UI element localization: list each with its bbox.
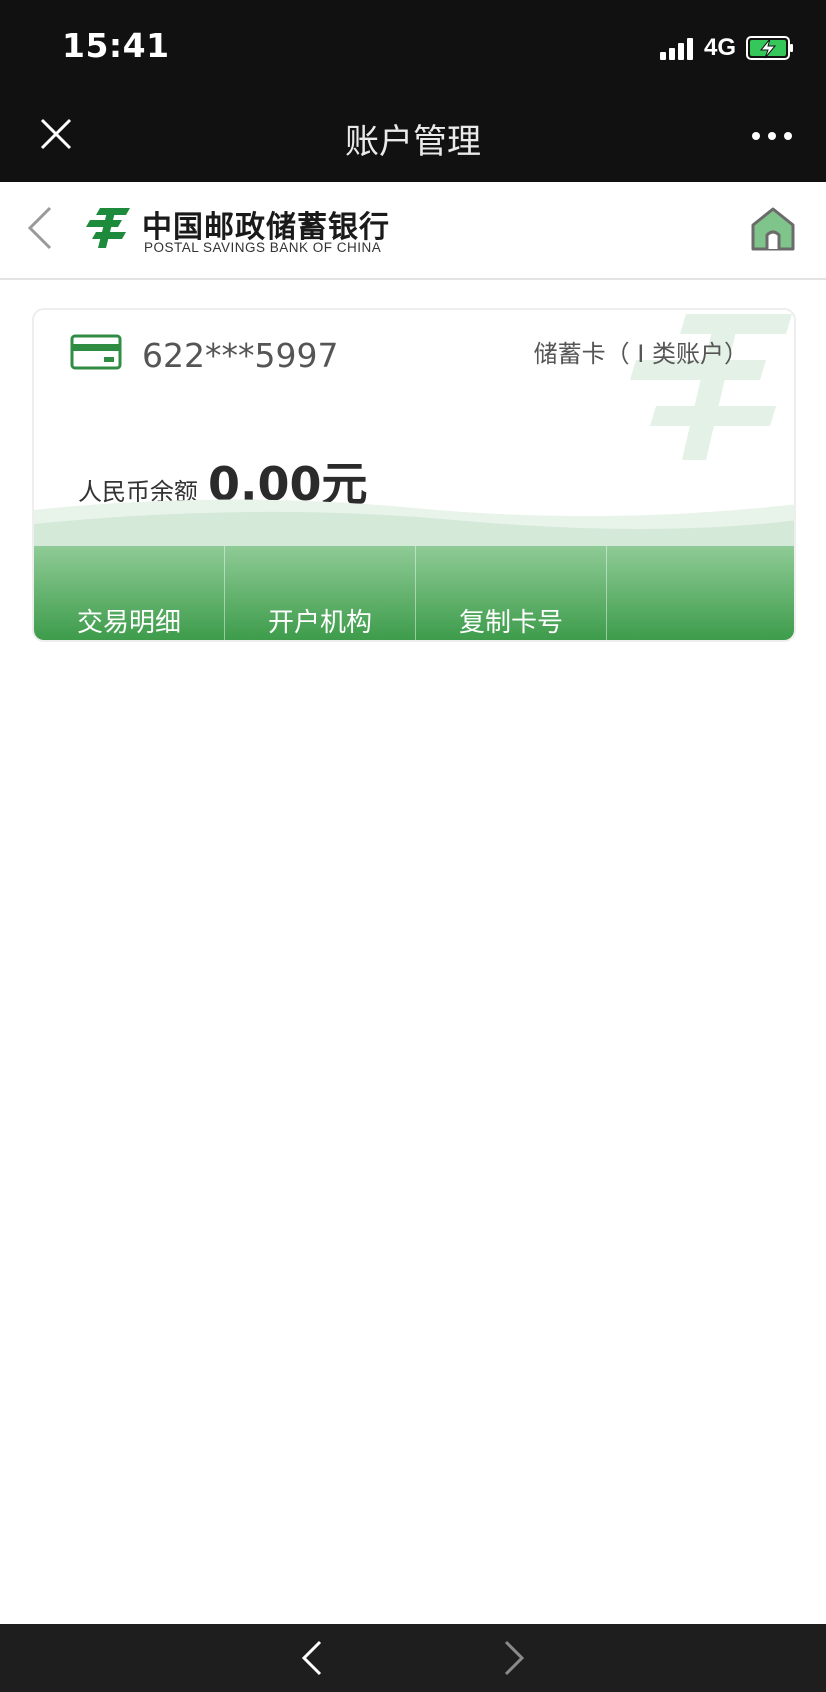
page-title: 账户管理 [345, 122, 481, 162]
card-icon [70, 334, 122, 370]
card-type: 储蓄卡（ I 类账户） [533, 340, 748, 368]
bottom-nav-bar [0, 1624, 826, 1692]
signal-icon [659, 36, 696, 60]
card-number: 622***5997 [142, 336, 339, 375]
bank-header: 中国邮政储蓄银行 POSTAL SAVINGS BANK OF CHINA [0, 182, 826, 280]
card-actions: 交易明细 开户机构 复制卡号 [34, 546, 794, 640]
action-label: 交易明细 [76, 608, 181, 638]
home-icon[interactable] [750, 206, 796, 252]
opening-branch-button[interactable]: 开户机构 [225, 546, 416, 640]
bank-watermark-icon [630, 314, 792, 460]
transaction-details-button[interactable]: 交易明细 [34, 546, 225, 640]
back-chevron-icon[interactable] [24, 204, 56, 252]
card-wave-decoration [34, 499, 794, 550]
status-bar: 15:41 4G [0, 0, 826, 92]
nav-forward-arrow-icon[interactable] [500, 1636, 528, 1680]
copy-card-number-button[interactable]: 复制卡号 [416, 546, 607, 640]
status-indicators: 4G [659, 33, 794, 63]
account-card: 622***5997 储蓄卡（ I 类账户） 人民币余额 0.00元 交易明细 … [32, 308, 796, 642]
action-label: 复制卡号 [458, 608, 563, 638]
status-time: 15:41 [62, 26, 170, 65]
nav-back-arrow-icon[interactable] [298, 1636, 326, 1680]
battery-charging-icon [746, 36, 793, 60]
bank-logo-icon [86, 208, 130, 248]
more-icon[interactable] [744, 132, 792, 140]
action-label: 开户机构 [267, 608, 372, 638]
bank-name-en: POSTAL SAVINGS BANK OF CHINA [144, 240, 382, 255]
network-type: 4G [703, 34, 736, 61]
empty-action-slot [607, 546, 794, 640]
nav-bar: 账户管理 [0, 92, 826, 182]
